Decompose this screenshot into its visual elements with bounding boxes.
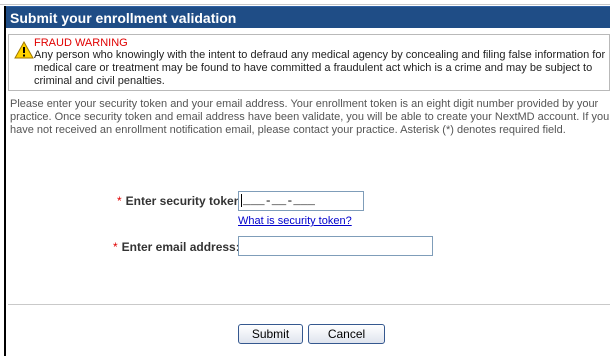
security-token-label: * Enter security token:: [117, 194, 245, 208]
security-token-mask: ___-__-___: [243, 194, 316, 208]
email-address-input[interactable]: [238, 236, 433, 256]
top-strip: [0, 0, 610, 5]
required-marker: *: [117, 194, 122, 208]
security-token-input[interactable]: ___-__-___: [238, 191, 364, 211]
text-caret: [241, 194, 242, 208]
enrollment-dialog: Submit your enrollment validation FRAUD …: [4, 6, 610, 356]
warning-icon: [14, 40, 34, 59]
email-address-label-text: Enter email address:: [121, 240, 240, 254]
instructions-text: Please enter your security token and you…: [10, 98, 610, 136]
cancel-button[interactable]: Cancel: [308, 324, 385, 344]
what-is-security-token-link[interactable]: What is security token?: [238, 215, 352, 227]
divider: [8, 304, 610, 305]
email-address-label: * Enter email address:: [113, 240, 240, 254]
security-token-label-text: Enter security token:: [125, 194, 246, 208]
submit-button[interactable]: Submit: [238, 324, 303, 344]
required-marker: *: [113, 240, 118, 254]
dialog-title: Submit your enrollment validation: [6, 6, 610, 28]
warning-text: Any person who knowingly with the intent…: [34, 49, 606, 87]
fraud-warning-box: FRAUD WARNING Any person who knowingly w…: [8, 34, 610, 91]
